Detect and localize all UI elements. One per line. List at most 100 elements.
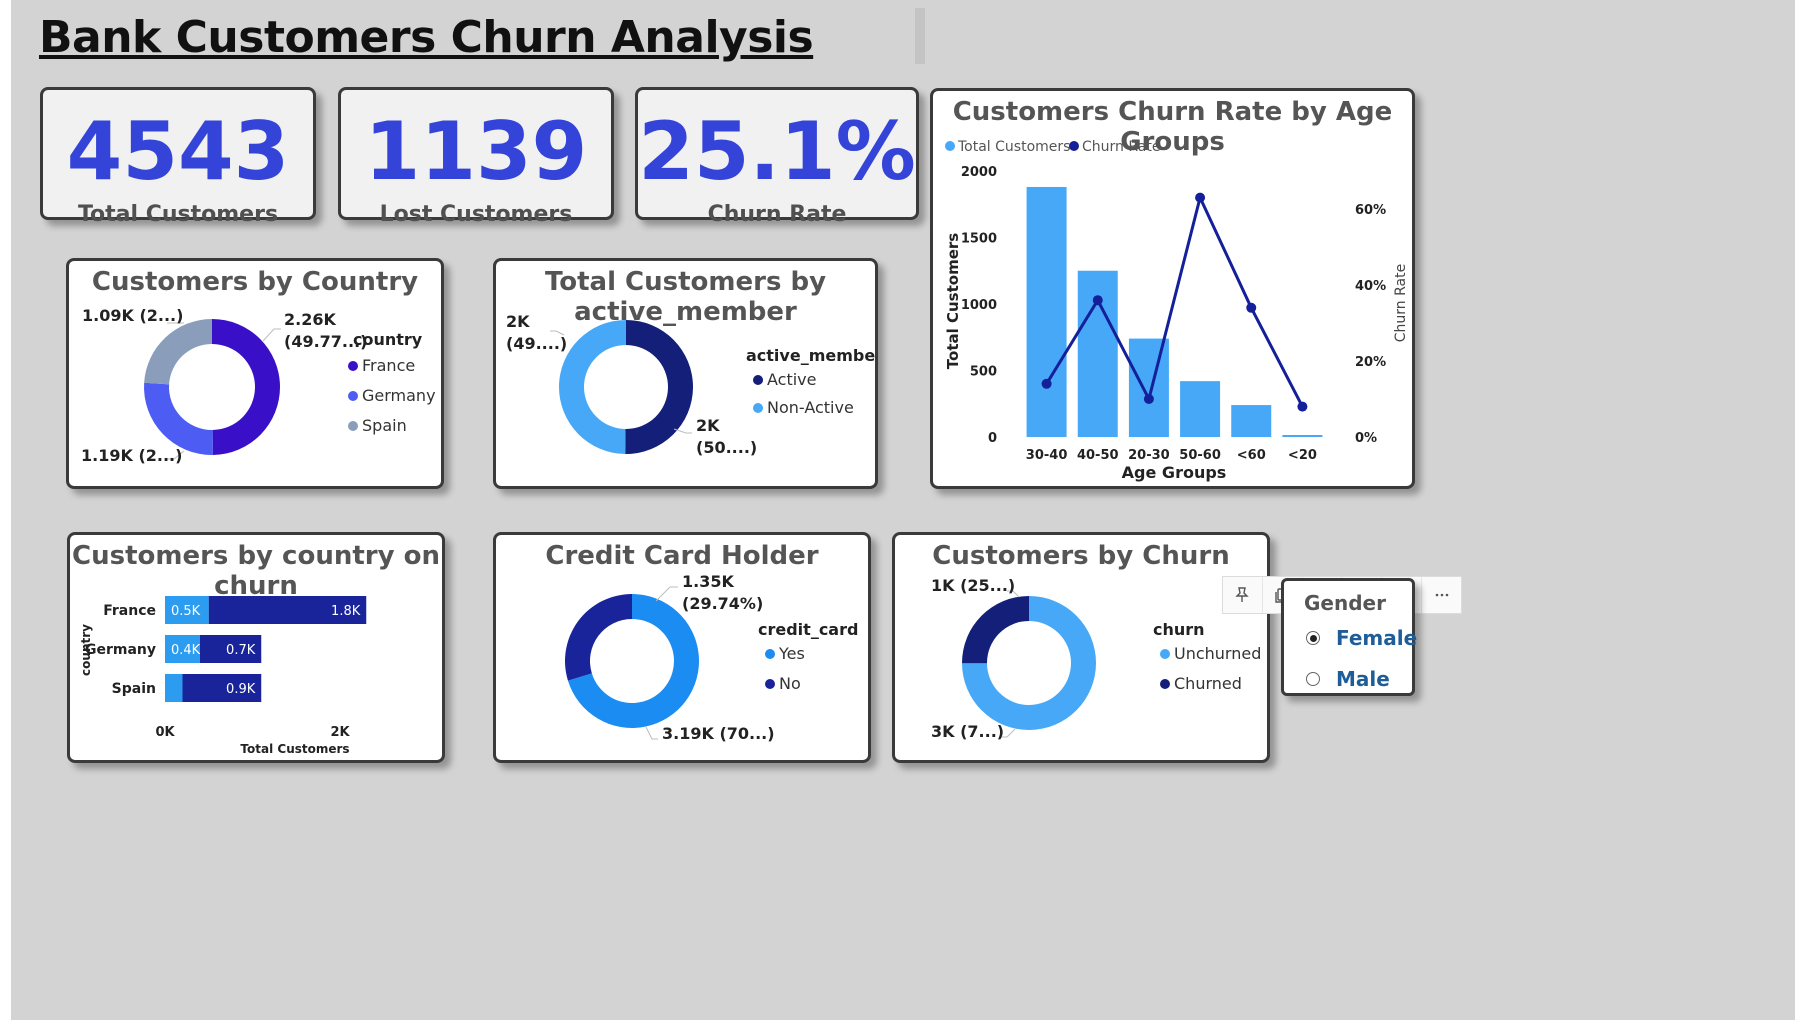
country-churn-bar-card[interactable]: Customers by country on churn France 0.5K… [67, 532, 445, 763]
y-tick-label: 1500 [961, 232, 997, 247]
radio-selected-icon[interactable] [1306, 631, 1320, 645]
kpi-label: Churn Rate [707, 202, 847, 227]
legend-item: Unchurned [1174, 644, 1261, 663]
country-churn-bar-chart: France 0.5K 1.8K Germany 0.4K 0.7K Spain 0.9K 0K… [79, 596, 367, 756]
x-axis-title: Age Groups [1122, 463, 1227, 482]
kpi-total-customers[interactable]: 4543 Total Customers [40, 87, 316, 227]
x-tick-label: 20-30 [1128, 448, 1170, 463]
legend-item: France [362, 356, 415, 375]
legend-marker [348, 421, 358, 431]
gender-option-female[interactable]: Female [1306, 626, 1417, 650]
kpi-lost-customers[interactable]: 1139 Lost Customers [338, 87, 614, 227]
gender-option-male[interactable]: Male [1306, 667, 1390, 691]
bar-data-label: 0.7K [226, 643, 256, 658]
data-label: 1.35K [682, 572, 734, 591]
bar-data-label: 0.4K [171, 643, 201, 658]
y-axis-title: country [79, 624, 93, 676]
y-tick-label: 2000 [961, 165, 997, 180]
legend-title: active_member [746, 346, 875, 365]
leader-line [673, 428, 692, 434]
pin-icon[interactable] [1223, 577, 1263, 613]
radio-unselected-icon[interactable] [1306, 672, 1320, 686]
legend-marker [945, 141, 955, 151]
y2-tick-label: 60% [1355, 203, 1386, 218]
active-member-donut-chart: 2K (50....) 2K (49....) active_member Active N… [506, 312, 875, 457]
data-label: (49....) [506, 334, 567, 353]
legend-item: No [779, 674, 801, 693]
donut-slice-churned [962, 596, 1029, 664]
slicer-title: Gender [1304, 591, 1386, 615]
data-label: 1.19K (2...) [81, 446, 182, 465]
churn-donut-card[interactable]: Customers by Churn 3K (7...) 1K (25...) ch… [892, 532, 1270, 763]
legend-item: Churn Rate [1082, 139, 1160, 155]
data-label: 3.19K (70...) [662, 724, 775, 743]
more-options-icon[interactable] [1422, 577, 1461, 613]
legend-item: Total Customers [957, 139, 1070, 155]
data-label: 1.09K (2...) [82, 306, 183, 325]
churn-rate-point [1092, 295, 1103, 306]
kpi-label: Lost Customers [379, 202, 573, 227]
donut-slice-france [212, 319, 280, 455]
y2-axis-title: Churn Rate [1393, 264, 1409, 342]
churn-rate-point [1246, 302, 1257, 313]
y2-tick-label: 40% [1355, 279, 1386, 294]
kpi-value: 4543 [66, 105, 290, 198]
x-tick-label: 50-60 [1179, 448, 1221, 463]
bar-50-60 [1180, 381, 1221, 437]
legend-marker [348, 391, 358, 401]
category-label: Spain [112, 681, 156, 697]
legend-item: Yes [778, 644, 805, 663]
y2-tick-label: 0% [1355, 431, 1377, 446]
x-tick-label: 0K [155, 725, 175, 740]
churn-rate-point [1297, 401, 1308, 412]
data-label: 2K [506, 312, 530, 331]
data-label: 2.26K [284, 310, 336, 329]
active-member-donut-card[interactable]: Total Customers by active_member 2K (50..… [493, 258, 878, 489]
churn-rate-point [1143, 394, 1154, 404]
y-axis-title: Total Customers [944, 233, 962, 369]
leader-line [655, 586, 678, 602]
kpi-churn-rate[interactable]: 25.1% Churn Rate [635, 87, 919, 227]
bar-data-label: 0.9K [226, 682, 256, 697]
legend-marker [765, 679, 775, 689]
category-label: Germany [85, 642, 156, 658]
bar-20-30 [1128, 338, 1169, 437]
credit-card-donut-card[interactable]: Credit Card Holder 3.19K (70...) 1.35K (29… [493, 532, 871, 763]
report-canvas: Bank Customers Churn Analysis 4543 Total… [11, 0, 1795, 1020]
resize-handle[interactable] [915, 8, 925, 64]
option-label: Female [1336, 626, 1418, 650]
y2-tick-label: 20% [1355, 355, 1386, 370]
legend-title: credit_card [758, 620, 858, 639]
x-tick-label: 30-40 [1026, 448, 1068, 463]
data-label: 2K [696, 416, 720, 435]
bar-segment [165, 674, 183, 702]
country-donut-card[interactable]: Customers by Country 2.26K (49.77...) 1.19… [66, 258, 444, 489]
donut-slice-non-active [558, 320, 626, 454]
data-label: (29.74%) [682, 594, 763, 613]
y-tick-label: 1000 [961, 298, 997, 313]
donut-slice-spain [144, 319, 212, 385]
bar-data-label: 1.8K [331, 604, 361, 619]
churn-donut-chart: 3K (7...) 1K (25...) churn Unchurned Churned [931, 576, 1261, 741]
legend-item: Active [767, 370, 817, 389]
leader-line [645, 726, 658, 740]
age-groups-combo-card[interactable]: Customers Churn Rate by Age Groups Total… [930, 88, 1415, 489]
y-tick-label: 500 [970, 365, 997, 380]
x-axis-title: Total Customers [240, 742, 349, 756]
legend-marker [1160, 679, 1170, 689]
legend-marker [753, 375, 763, 385]
gender-slicer[interactable]: Gender Female Male [1281, 578, 1417, 696]
leader-line [262, 328, 281, 342]
legend-item: Spain [362, 416, 407, 435]
data-label: (50....) [696, 438, 757, 457]
legend-item: Germany [362, 386, 436, 405]
legend-marker [753, 403, 763, 413]
legend-title: country [353, 330, 423, 349]
kpi-value: 1139 [364, 105, 588, 198]
churn-rate-point [1195, 192, 1206, 203]
age-groups-combo-chart: Total Customers Churn Rate 0 500 1000 1500 200… [944, 139, 1409, 482]
kpi-value: 25.1% [638, 105, 916, 198]
country-donut-chart: 2.26K(49.77...)1.19K (2...)1.09K (2...)c… [81, 306, 436, 465]
bar-data-label: 0.5K [171, 604, 201, 619]
donut-slice-no [565, 594, 632, 681]
